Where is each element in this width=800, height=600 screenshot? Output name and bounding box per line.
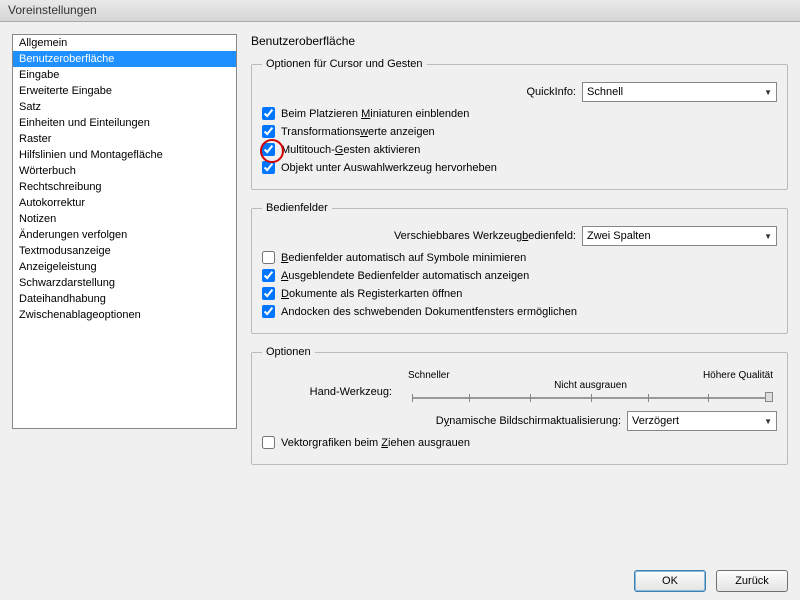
cb-highlight-label: Objekt unter Auswahlwerkzeug hervorheben xyxy=(281,162,497,174)
sidebar-item[interactable]: Erweiterte Eingabe xyxy=(13,83,236,99)
cb-vector-label: Vektorgrafiken beim Ziehen ausgrauen xyxy=(281,437,470,449)
slider-right-label: Höhere Qualität xyxy=(703,370,773,381)
dyn-update-value: Verzögert xyxy=(632,415,679,427)
cb-transform-label: Transformationswerte anzeigen xyxy=(281,126,435,138)
dialog-content: AllgemeinBenutzeroberflächeEingabeErweit… xyxy=(0,22,800,477)
cb-minimize-label: Bedienfelder automatisch auf Symbole min… xyxy=(281,252,526,264)
sidebar-item[interactable]: Änderungen verfolgen xyxy=(13,227,236,243)
sidebar-item[interactable]: Notizen xyxy=(13,211,236,227)
group-panels-legend: Bedienfelder xyxy=(262,202,332,214)
group-options-legend: Optionen xyxy=(262,346,315,358)
sidebar-item[interactable]: Schwarzdarstellung xyxy=(13,275,236,291)
cb-show-hidden-label: Ausgeblendete Bedienfelder automatisch a… xyxy=(281,270,529,282)
sidebar-item[interactable]: Einheiten und Einteilungen xyxy=(13,115,236,131)
group-options: Optionen Hand-Werkzeug: Schneller Höhere… xyxy=(251,346,788,465)
sidebar-item[interactable]: Hilfslinien und Montagefläche xyxy=(13,147,236,163)
toolpanel-value: Zwei Spalten xyxy=(587,230,651,242)
slider-caption: Nicht ausgrauen xyxy=(404,380,777,391)
sidebar-item[interactable]: Satz xyxy=(13,99,236,115)
cb-show-hidden[interactable]: Ausgeblendete Bedienfelder automatisch a… xyxy=(262,269,777,282)
sidebar-item[interactable]: Textmodusanzeige xyxy=(13,243,236,259)
toolpanel-select[interactable]: Zwei Spalten ▼ xyxy=(582,226,777,246)
sidebar-item[interactable]: Benutzeroberfläche xyxy=(13,51,236,67)
dyn-update-select[interactable]: Verzögert ▼ xyxy=(627,411,777,431)
sidebar-item[interactable]: Eingabe xyxy=(13,67,236,83)
cb-thumbnails-label: Beim Platzieren Miniaturen einblenden xyxy=(281,108,469,120)
quickinfo-label: QuickInfo: xyxy=(526,86,576,98)
sidebar-item[interactable]: Rechtschreibung xyxy=(13,179,236,195)
group-panels: Bedienfelder Verschiebbares Werkzeugbedi… xyxy=(251,202,788,334)
dropdown-icon: ▼ xyxy=(764,232,772,241)
sidebar-item[interactable]: Autokorrektur xyxy=(13,195,236,211)
cb-dock[interactable]: Andocken des schwebenden Dokumentfenster… xyxy=(262,305,777,318)
back-button[interactable]: Zurück xyxy=(716,570,788,592)
sidebar-item[interactable]: Allgemein xyxy=(13,35,236,51)
cb-dock-label: Andocken des schwebenden Dokumentfenster… xyxy=(281,306,577,318)
window-title: Voreinstellungen xyxy=(8,3,97,17)
sidebar-item[interactable]: Zwischenablageoptionen xyxy=(13,307,236,323)
dropdown-icon: ▼ xyxy=(764,417,772,426)
cb-thumbnails[interactable]: Beim Platzieren Miniaturen einblenden xyxy=(262,107,777,120)
cb-vector-greek[interactable]: Vektorgrafiken beim Ziehen ausgrauen xyxy=(262,436,777,449)
quickinfo-value: Schnell xyxy=(587,86,623,98)
cb-tabs-label: Dokumente als Registerkarten öffnen xyxy=(281,288,462,300)
group-cursor-legend: Optionen für Cursor und Gesten xyxy=(262,58,427,70)
sidebar-item[interactable]: Wörterbuch xyxy=(13,163,236,179)
cb-multitouch-label: Multitouch-Gesten aktivieren xyxy=(281,144,420,156)
slider-thumb[interactable] xyxy=(765,392,773,402)
dialog-buttons: OK Zurück xyxy=(634,570,788,592)
dyn-update-label: Dynamische Bildschirmaktualisierung: xyxy=(436,415,621,427)
group-cursor-gestures: Optionen für Cursor und Gesten QuickInfo… xyxy=(251,58,788,190)
panel-heading: Benutzeroberfläche xyxy=(251,34,788,48)
category-sidebar[interactable]: AllgemeinBenutzeroberflächeEingabeErweit… xyxy=(12,34,237,429)
slider-track[interactable] xyxy=(412,397,769,399)
cb-minimize[interactable]: Bedienfelder automatisch auf Symbole min… xyxy=(262,251,777,264)
toolpanel-label: Verschiebbares Werkzeugbedienfeld: xyxy=(394,230,576,242)
slider-left-label: Schneller xyxy=(408,370,450,381)
window-titlebar: Voreinstellungen xyxy=(0,0,800,22)
cb-transform[interactable]: Transformationswerte anzeigen xyxy=(262,125,777,138)
cb-highlight[interactable]: Objekt unter Auswahlwerkzeug hervorheben xyxy=(262,161,777,174)
quickinfo-select[interactable]: Schnell ▼ xyxy=(582,82,777,102)
main-panel: Benutzeroberfläche Optionen für Cursor u… xyxy=(251,34,788,477)
sidebar-item[interactable]: Anzeigeleistung xyxy=(13,259,236,275)
sidebar-item[interactable]: Dateihandhabung xyxy=(13,291,236,307)
dropdown-icon: ▼ xyxy=(764,88,772,97)
ok-button[interactable]: OK xyxy=(634,570,706,592)
cb-multitouch[interactable]: Multitouch-Gesten aktivieren xyxy=(262,143,777,156)
hand-slider[interactable]: Schneller Höhere Qualität Nicht ausgraue… xyxy=(404,370,777,403)
hand-tool-label: Hand-Werkzeug: xyxy=(262,370,392,398)
sidebar-item[interactable]: Raster xyxy=(13,131,236,147)
cb-tabs[interactable]: Dokumente als Registerkarten öffnen xyxy=(262,287,777,300)
